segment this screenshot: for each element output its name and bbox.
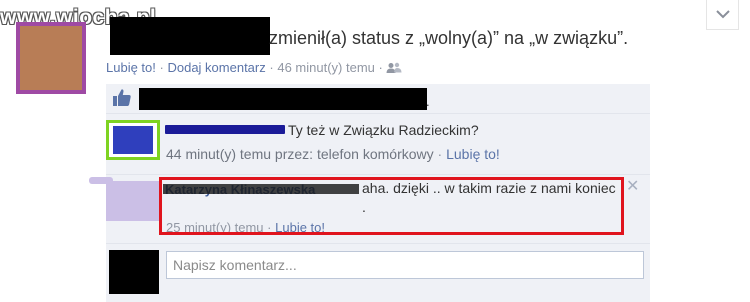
likes-end-punctuation: . (426, 94, 430, 109)
divider (106, 174, 650, 175)
separator: · (159, 60, 164, 75)
chevron-down-icon (715, 10, 730, 19)
highlight-box (159, 177, 624, 235)
commenter-avatar[interactable] (106, 181, 159, 221)
comment-text: Ty też w Związku Radzieckim? (288, 122, 479, 138)
divider (106, 243, 650, 244)
post-time[interactable]: 46 minut(y) temu (277, 60, 375, 75)
separator: · (437, 146, 443, 162)
post-actions: Lubię to! · Dodaj komentarz · 46 minut(y… (106, 59, 402, 77)
current-user-avatar (109, 250, 159, 294)
separator: · (378, 60, 383, 75)
add-comment-link[interactable]: Dodaj komentarz (167, 60, 265, 75)
comment-meta: 44 minut(y) temu przez: telefon komórkow… (166, 145, 500, 163)
divider (106, 113, 650, 114)
friends-audience-icon[interactable] (386, 62, 402, 74)
comment-time[interactable]: 44 minut(y) temu przez: telefon komórkow… (166, 146, 434, 162)
close-icon[interactable]: ✕ (626, 179, 639, 195)
poster-avatar[interactable] (16, 22, 86, 94)
post-options-button[interactable] (706, 0, 739, 30)
commenter-avatar[interactable] (106, 120, 160, 160)
status-text: zmienił(a) status z „wolny(a)” na „w zwi… (269, 28, 629, 48)
like-link[interactable]: Lubię to! (106, 60, 156, 75)
separator: · (269, 60, 274, 75)
comment-like-link[interactable]: Lubię to! (446, 146, 500, 162)
comment-input[interactable] (166, 251, 644, 279)
redacted-poster-name (110, 17, 270, 55)
thumbs-up-icon (113, 89, 131, 106)
redacted-likers[interactable] (139, 88, 427, 110)
redacted-commenter-name[interactable] (165, 125, 285, 134)
